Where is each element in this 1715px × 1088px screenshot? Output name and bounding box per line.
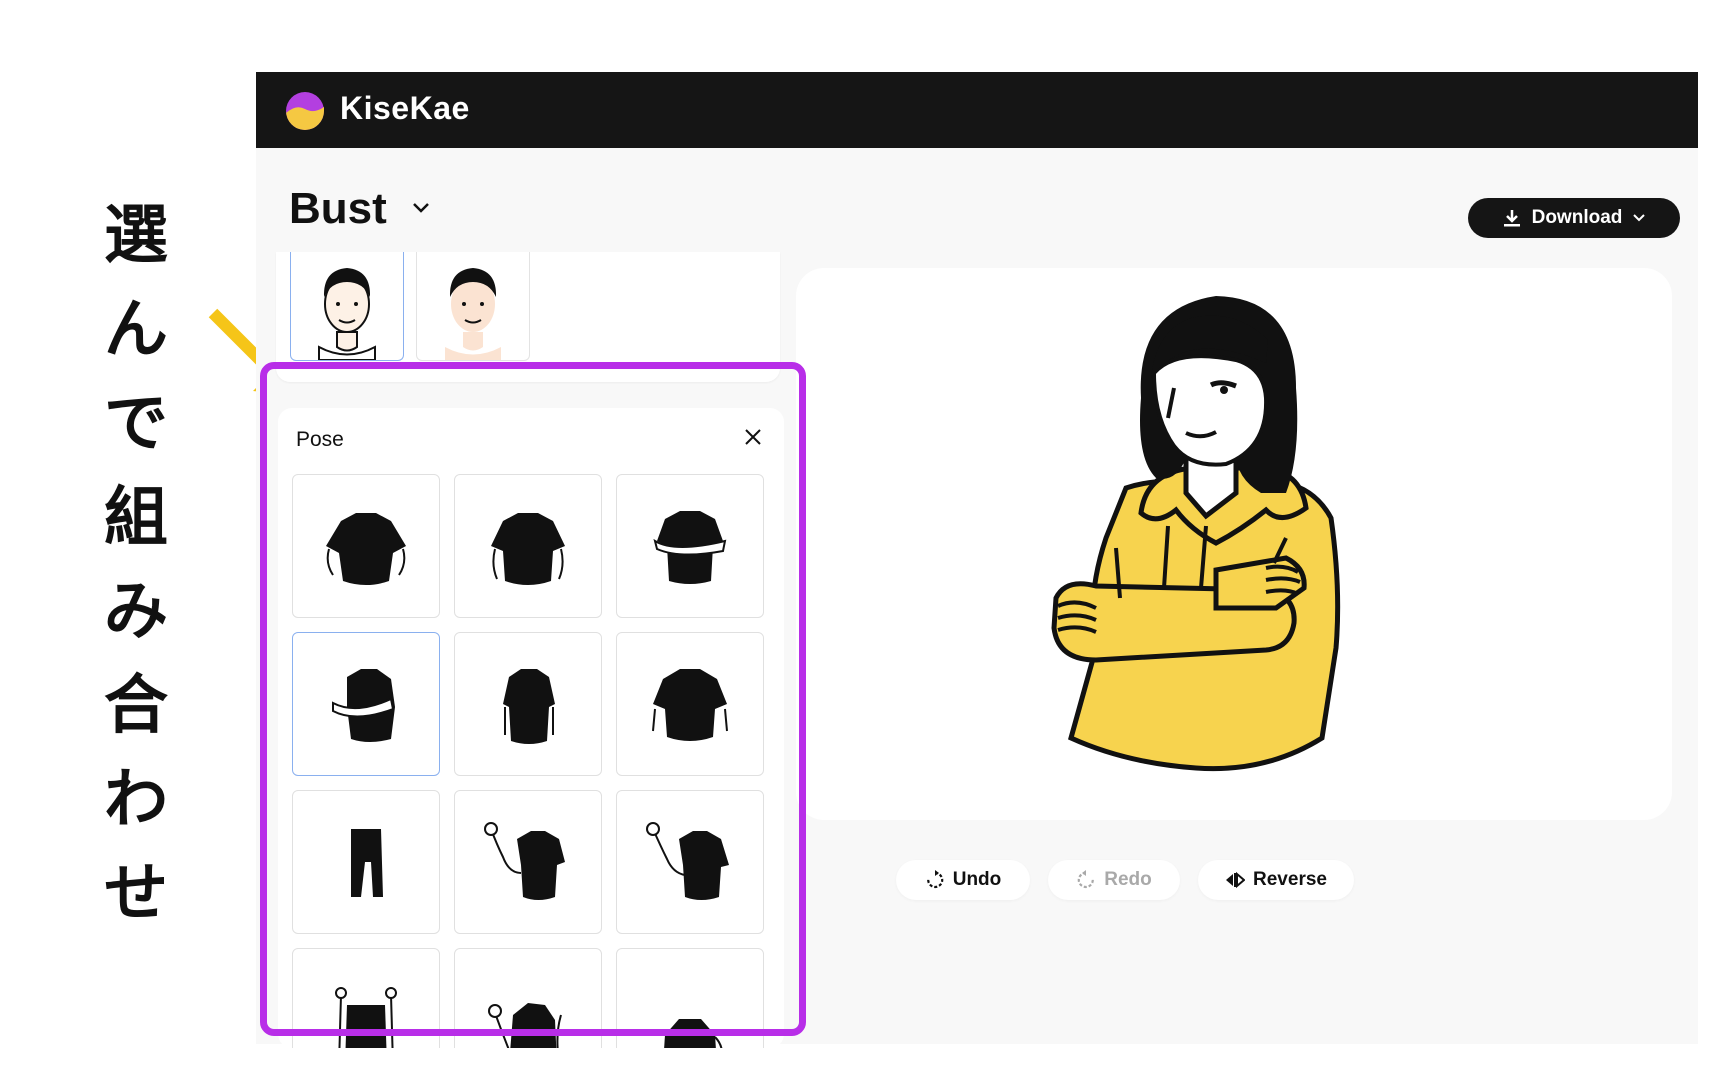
reverse-label: Reverse	[1253, 869, 1327, 890]
pose-option-tile[interactable]	[454, 790, 602, 934]
pose-option-tile[interactable]	[616, 632, 764, 776]
caption-char: み	[104, 575, 168, 649]
caption-char: わ	[104, 763, 168, 837]
pose-panel: Pose	[278, 408, 784, 1048]
avatar-canvas	[796, 268, 1672, 820]
pose-option-image	[335, 987, 397, 1048]
undo-label: Undo	[952, 869, 1002, 890]
pose-option-tile[interactable]	[292, 632, 440, 776]
pose-option-tile[interactable]	[292, 790, 440, 934]
pose-option-tile[interactable]	[292, 948, 440, 1048]
face-option-image	[318, 268, 376, 360]
pose-option-image	[351, 829, 383, 897]
pose-option-image	[488, 1003, 562, 1048]
caption-char: 組	[104, 481, 168, 555]
kisekae-logo-icon	[286, 92, 324, 130]
pose-option-tile[interactable]	[454, 632, 602, 776]
pose-option-image	[326, 513, 406, 585]
pose-option-image	[653, 511, 727, 584]
app-window: KiseKae Bust Download Pose Undo Redo Rev…	[256, 72, 1698, 1048]
caption-char: 合	[104, 669, 168, 743]
pose-option-tile[interactable]	[454, 474, 602, 618]
caption-char: せ	[104, 857, 168, 931]
face-options-panel	[276, 252, 780, 382]
pose-option-image	[652, 669, 728, 741]
pose-option-image	[491, 513, 565, 585]
face-option-tile[interactable]	[416, 252, 530, 361]
chevron-down-icon	[1633, 214, 1646, 222]
redo-icon	[1077, 870, 1095, 889]
caption-char: 選	[104, 199, 168, 273]
chevron-down-icon[interactable]	[412, 202, 430, 214]
face-option-tile[interactable]	[290, 252, 404, 361]
download-label: Download	[1531, 207, 1623, 228]
pose-option-tile[interactable]	[454, 948, 602, 1048]
pose-option-image	[664, 1019, 723, 1048]
pose-option-image	[332, 669, 395, 742]
caption-char: ん	[104, 293, 168, 367]
download-button[interactable]: Download	[1468, 198, 1680, 238]
pose-option-tile[interactable]	[616, 790, 764, 934]
pose-option-image	[484, 822, 565, 900]
top-bar: KiseKae	[256, 72, 1698, 148]
pose-grid	[292, 474, 764, 1048]
reverse-icon	[1226, 871, 1246, 889]
vertical-caption: 選 ん で 組 み 合 わ せ	[96, 196, 176, 934]
close-icon[interactable]	[742, 426, 764, 448]
avatar-illustration	[1051, 296, 1341, 772]
download-icon	[1503, 210, 1520, 227]
pose-option-tile[interactable]	[616, 948, 764, 1048]
brand-name: KiseKae	[340, 90, 470, 126]
pose-panel-title: Pose	[296, 428, 344, 451]
caption-char: で	[104, 387, 168, 461]
redo-button[interactable]: Redo	[1048, 860, 1180, 900]
undo-icon	[926, 870, 944, 889]
redo-label: Redo	[1104, 869, 1152, 890]
pose-option-tile[interactable]	[292, 474, 440, 618]
face-option-image	[445, 268, 501, 360]
pose-option-image	[646, 822, 729, 900]
view-title[interactable]: Bust	[289, 184, 387, 234]
pose-option-tile[interactable]	[616, 474, 764, 618]
undo-button[interactable]: Undo	[896, 860, 1030, 900]
reverse-button[interactable]: Reverse	[1198, 860, 1354, 900]
pose-option-image	[503, 669, 555, 744]
